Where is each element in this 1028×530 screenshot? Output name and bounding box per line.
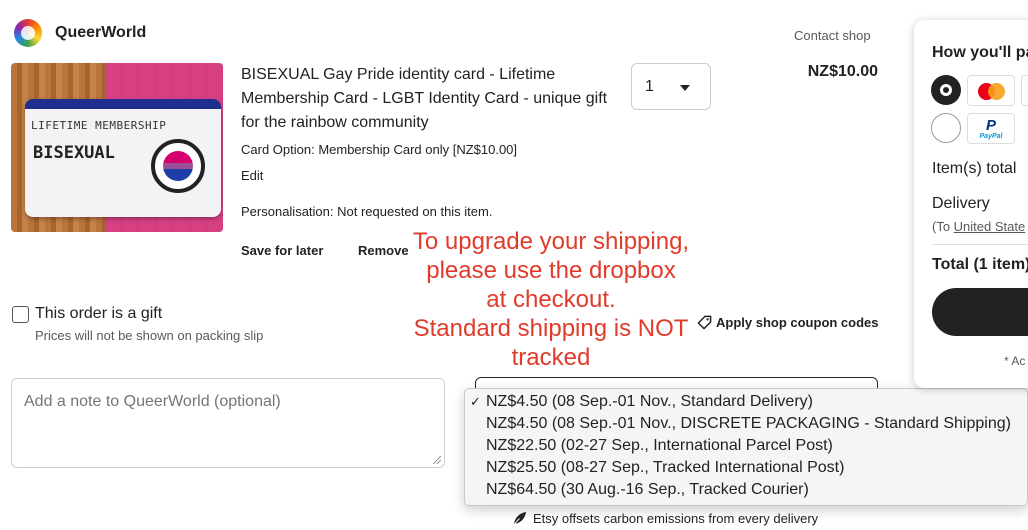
delivery-to-prefix: (To [932,219,954,234]
delivery-country-link[interactable]: United State [954,219,1026,234]
quantity-select[interactable]: 1 [631,63,711,110]
annotation-line: tracked [511,344,591,371]
payment-footnote: * Ac [1004,354,1026,368]
card-brand-icon [1021,75,1028,106]
product-image[interactable]: LIFETIME MEMBERSHIP BISEXUAL [11,63,223,232]
leaf-icon [513,511,527,526]
gift-note: Prices will not be shown on packing slip [35,328,264,343]
paypal-payment-radio[interactable] [931,113,961,143]
apply-coupon-button[interactable]: Apply shop coupon codes [697,315,879,330]
mastercard-icon [967,75,1015,106]
shipping-option[interactable]: ✓ NZ$4.50 (08 Sep.-01 Nov., Standard Del… [465,391,1027,413]
gift-label[interactable]: This order is a gift [35,305,162,323]
delivery-label: Delivery [932,195,990,212]
paypal-logo-text: PayPal [979,133,1003,140]
shop-avatar[interactable] [14,19,42,47]
annotation-line: To upgrade your shipping, [412,228,690,255]
shipping-option[interactable]: NZ$64.50 (30 Aug.-16 Sep., Tracked Couri… [465,479,1027,501]
product-title[interactable]: BISEXUAL Gay Pride identity card - Lifet… [241,63,621,135]
chevron-down-icon [680,85,690,91]
checkout-button[interactable] [932,288,1028,336]
shipping-dropdown-menu[interactable]: ✓ NZ$4.50 (08 Sep.-01 Nov., Standard Del… [464,388,1028,506]
shipping-option-label: NZ$4.50 (08 Sep.-01 Nov., Standard Deliv… [486,393,813,410]
edit-link[interactable]: Edit [241,168,263,183]
resize-handle-icon[interactable] [433,456,441,464]
check-icon: ✓ [470,394,481,409]
total-label: Total (1 item) [932,256,1028,273]
note-placeholder: Add a note to QueerWorld (optional) [24,393,281,410]
card-option: Card Option: Membership Card only [NZ$10… [241,142,518,157]
tag-icon [697,315,712,330]
payment-summary-panel: How you'll pa P PayPal Item(s) total Del… [914,20,1028,388]
note-to-seller-textarea[interactable]: Add a note to QueerWorld (optional) [11,378,445,468]
shipping-option[interactable]: NZ$22.50 (02-27 Sep., International Parc… [465,435,1027,457]
bisexual-flag-seal [151,139,205,193]
contact-shop-link[interactable]: Contact shop [794,28,871,43]
payment-title: How you'll pa [932,44,1028,61]
carbon-offset-note: Etsy offsets carbon emissions from every… [512,511,818,526]
product-image-caption: LIFETIME MEMBERSHIP [31,119,167,132]
annotation-line: at checkout. [486,286,616,313]
delivery-destination: (To United State [932,219,1025,234]
shop-name[interactable]: QueerWorld [55,24,146,42]
coupon-label: Apply shop coupon codes [716,315,879,330]
shipping-option-label: NZ$4.50 (08 Sep.-01 Nov., DISCRETE PACKA… [486,415,1011,432]
items-total-label: Item(s) total [932,160,1017,177]
product-image-label: BISEXUAL [33,143,115,163]
shipping-option[interactable]: NZ$25.50 (08-27 Sep., Tracked Internatio… [465,457,1027,479]
card-payment-radio[interactable] [931,75,961,105]
paypal-logo-mark: P [986,117,997,134]
personalisation-note: Personalisation: Not requested on this i… [241,204,493,219]
save-for-later-button[interactable]: Save for later [241,243,323,258]
shipping-option-label: NZ$64.50 (30 Aug.-16 Sep., Tracked Couri… [486,481,809,498]
shipping-option-label: NZ$22.50 (02-27 Sep., International Parc… [486,437,833,454]
shipping-upgrade-annotation: To upgrade your shipping, please use the… [400,227,702,372]
shipping-option-label: NZ$25.50 (08-27 Sep., Tracked Internatio… [486,459,845,476]
shipping-option[interactable]: NZ$4.50 (08 Sep.-01 Nov., DISCRETE PACKA… [465,413,1027,435]
annotation-line: Standard shipping is NOT [413,315,689,342]
gift-checkbox[interactable] [12,306,29,323]
annotation-line: please use the dropbox [426,257,676,284]
carbon-offset-text: Etsy offsets carbon emissions from every… [533,511,819,526]
quantity-value: 1 [645,78,654,95]
divider [932,244,1028,245]
paypal-icon: P PayPal [967,113,1015,144]
item-price: NZ$10.00 [807,63,878,80]
